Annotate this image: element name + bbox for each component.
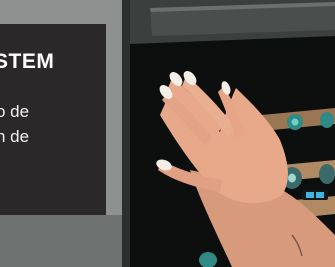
lower-wall-shadow (0, 215, 130, 267)
fridge-door-edge (122, 0, 130, 267)
caption-heading: STEM (0, 50, 55, 73)
caption-line: o de (0, 102, 30, 121)
wine-bottle-icon (320, 112, 334, 128)
wine-bottle-icon (319, 164, 335, 184)
caption-line: n de (0, 127, 30, 146)
caption-line: ! (0, 78, 1, 98)
wine-cooler-photo: STEM ! o de n de (0, 0, 335, 267)
caption-panel: STEM ! o de n de (0, 24, 106, 215)
shelf-display-icon (302, 190, 328, 200)
wine-bottle-icon (287, 114, 303, 130)
